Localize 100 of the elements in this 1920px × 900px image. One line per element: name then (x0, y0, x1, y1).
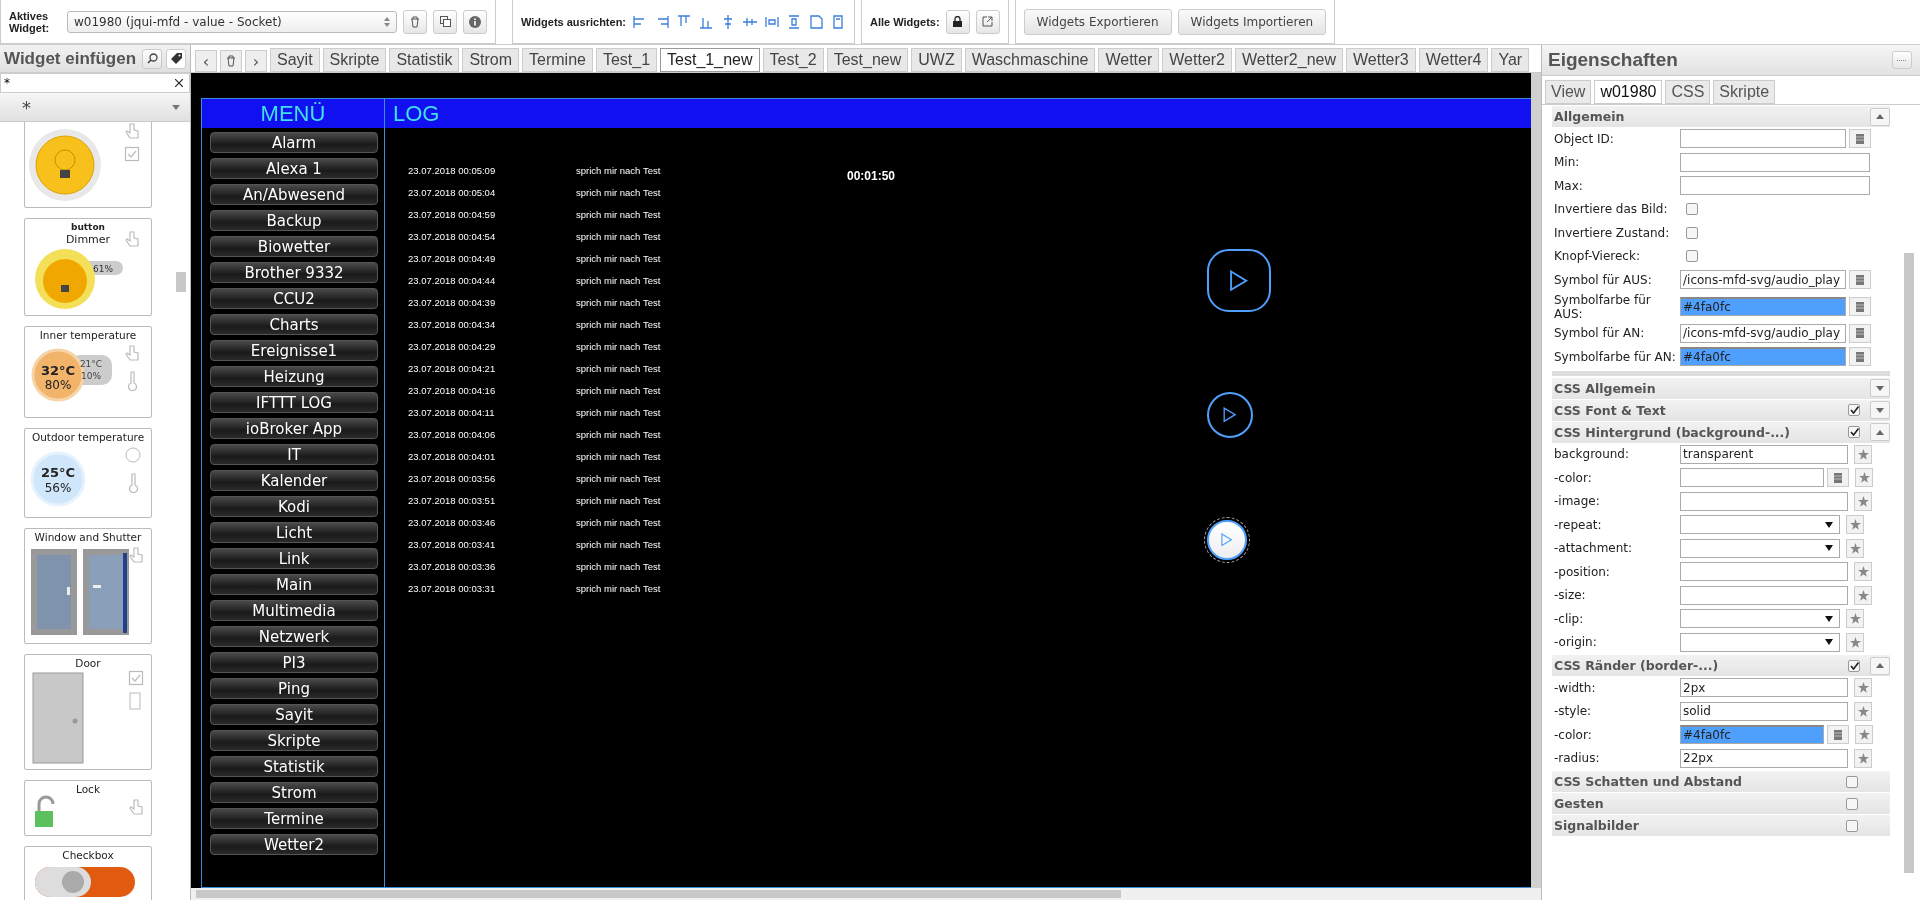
menu-button[interactable]: Kalender (210, 470, 378, 491)
widget-select[interactable]: w01980 (jqui-mfd - value - Socket) (67, 10, 397, 33)
page-tab[interactable]: Wetter2 (1162, 48, 1232, 72)
picker-button[interactable] (1849, 297, 1871, 316)
default-button[interactable] (1846, 538, 1864, 558)
play-button[interactable] (1207, 392, 1253, 438)
collapse-button[interactable] (1870, 423, 1890, 441)
menu-button[interactable]: Licht (210, 522, 378, 543)
page-tab[interactable]: Test_1_new (660, 48, 760, 72)
menu-button[interactable]: Ping (210, 678, 378, 699)
widget-card[interactable]: Door (24, 654, 152, 770)
default-button[interactable] (1855, 468, 1873, 488)
widget-card[interactable]: Lock (24, 780, 152, 836)
tab[interactable]: w01980 (1594, 80, 1663, 104)
info-button[interactable] (463, 9, 487, 34)
checkbox[interactable] (1686, 203, 1698, 216)
play-button[interactable] (1207, 520, 1247, 560)
dropdown[interactable] (1680, 609, 1840, 629)
text-field[interactable] (1680, 129, 1846, 149)
dropdown[interactable] (1680, 515, 1840, 535)
menu-button[interactable]: Main (210, 574, 378, 595)
text-field[interactable]: 2px (1680, 678, 1848, 698)
widget-card[interactable]: button Dimmer 61% (24, 218, 152, 316)
tab[interactable]: CSS (1665, 80, 1711, 104)
menu-button[interactable]: CCU2 (210, 288, 378, 309)
picker-button[interactable] (1827, 725, 1849, 745)
picker-button[interactable] (1849, 347, 1871, 367)
copy-button[interactable] (433, 9, 457, 34)
widget-card[interactable] (24, 122, 152, 208)
default-button[interactable] (1854, 585, 1872, 605)
text-field[interactable]: transparent (1680, 444, 1848, 464)
menu-button[interactable]: Statistik (210, 756, 378, 777)
play-button[interactable] (1207, 249, 1271, 312)
filter-field[interactable]: * (0, 73, 190, 93)
checkbox[interactable] (1846, 797, 1858, 810)
previous-button[interactable]: ‹ (195, 50, 217, 72)
page-tab[interactable]: UWZ (911, 48, 962, 72)
scrollbar[interactable] (1531, 73, 1541, 888)
default-button[interactable] (1846, 515, 1864, 535)
menu-button[interactable]: Netzwerk (210, 626, 378, 647)
picker-button[interactable] (1849, 129, 1871, 149)
scrollbar-thumb[interactable] (1904, 253, 1914, 873)
menu-button[interactable]: Backup (210, 210, 378, 231)
menu-button[interactable]: Multimedia (210, 600, 378, 621)
text-field[interactable]: 22px (1680, 748, 1848, 768)
menu-button[interactable]: ioBroker App (210, 418, 378, 439)
checkbox[interactable] (1848, 426, 1860, 438)
page-tab[interactable]: Yar (1491, 48, 1530, 72)
picker-button[interactable] (1849, 323, 1871, 343)
menu-button[interactable]: PI3 (210, 652, 378, 673)
color-field[interactable]: #4fa0fc (1680, 347, 1846, 367)
menu-button[interactable]: Skripte (210, 730, 378, 751)
next-button[interactable]: › (245, 50, 267, 72)
text-field[interactable] (1680, 491, 1848, 511)
page-tab[interactable]: Sayit (270, 48, 320, 72)
menu-button[interactable]: Ereignisse1 (210, 340, 378, 361)
color-field[interactable]: #4fa0fc (1680, 725, 1824, 745)
delete-button[interactable] (403, 9, 427, 34)
widget-card[interactable]: Outdoor temperature 25°C 56% (24, 428, 152, 518)
page-tab[interactable]: Wetter2_new (1235, 48, 1343, 72)
tab[interactable]: View (1545, 80, 1592, 104)
default-button[interactable] (1855, 725, 1873, 745)
align-icon[interactable] (808, 13, 825, 30)
page-tab[interactable]: Waschmaschine (964, 48, 1096, 72)
text-field[interactable]: solid (1680, 701, 1848, 721)
text-field[interactable]: /icons-mfd-svg/audio_play (1680, 270, 1846, 290)
menu-button[interactable]: IT (210, 444, 378, 465)
collapse-button[interactable] (1870, 656, 1890, 675)
toolbar-button[interactable]: Widgets Exportieren (1023, 8, 1172, 35)
tab[interactable]: Skripte (1713, 80, 1776, 104)
search-button[interactable] (142, 48, 162, 69)
picker-button[interactable] (1827, 468, 1849, 488)
dropdown[interactable] (1680, 538, 1840, 558)
default-button[interactable] (1846, 632, 1864, 652)
widget-card[interactable]: Checkbox (24, 846, 152, 900)
delete-view-button[interactable] (220, 50, 242, 72)
page-tab[interactable]: Wetter3 (1346, 48, 1416, 72)
menu-button[interactable]: Heizung (210, 366, 378, 387)
page-tab[interactable]: Strom (462, 48, 520, 72)
external-link-button[interactable] (975, 9, 1000, 34)
page-tab[interactable]: Wetter4 (1418, 48, 1489, 72)
menu-button[interactable]: IFTTT LOG (210, 392, 378, 413)
picker-button[interactable] (1849, 270, 1871, 290)
color-field[interactable]: #4fa0fc (1680, 297, 1846, 316)
menu-button[interactable]: Kodi (210, 496, 378, 517)
scrollbar-thumb[interactable] (196, 890, 1121, 898)
text-field[interactable] (1680, 468, 1824, 488)
checkbox[interactable] (1848, 659, 1860, 672)
default-button[interactable] (1846, 609, 1864, 629)
page-tab[interactable]: Statistik (389, 48, 460, 72)
checkbox[interactable] (1686, 250, 1698, 263)
menu-button[interactable]: Alarm (210, 132, 378, 153)
default-button[interactable] (1854, 562, 1872, 582)
category-select[interactable]: * (0, 93, 190, 122)
menu-button[interactable]: Strom (210, 782, 378, 803)
collapse-button[interactable] (1870, 107, 1890, 126)
default-button[interactable] (1854, 748, 1872, 768)
menu-button[interactable]: Termine (210, 808, 378, 829)
menu-button[interactable]: Alexa 1 (210, 158, 378, 179)
page-tab[interactable]: Wetter (1098, 48, 1160, 72)
